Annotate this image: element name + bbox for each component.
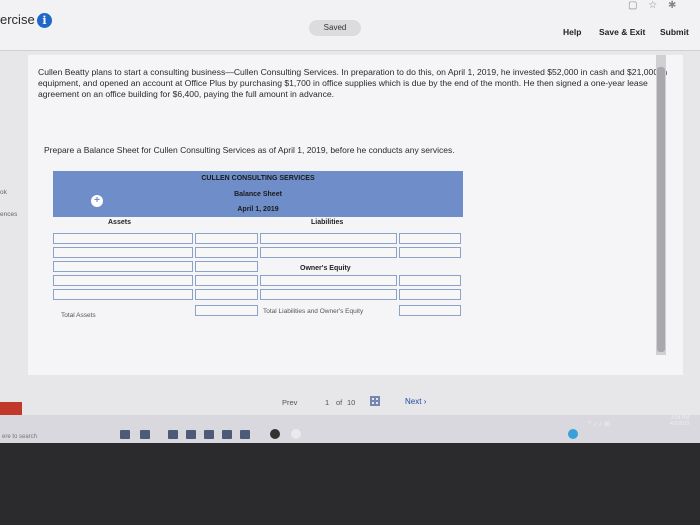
- edge-icon[interactable]: [168, 430, 178, 439]
- liabilities-header: Liabilities: [311, 219, 344, 226]
- asset-account-input[interactable]: [53, 261, 193, 272]
- page-number: 1: [325, 398, 330, 407]
- asset-account-input[interactable]: [53, 275, 193, 286]
- explorer-icon[interactable]: [186, 430, 196, 439]
- asset-account-input[interactable]: [53, 233, 193, 244]
- page-of-label: of: [336, 398, 343, 407]
- task-view-icon[interactable]: [140, 430, 150, 439]
- help-button[interactable]: Help: [563, 27, 581, 37]
- statement-title: Balance Sheet: [234, 191, 282, 198]
- page-total: 10: [347, 398, 356, 407]
- save-exit-button[interactable]: Save & Exit: [599, 27, 645, 37]
- taskbar-search-input[interactable]: ere to search: [2, 434, 37, 440]
- top-bar: ercise i Saved Help Save & Exit Submit ▢…: [0, 0, 700, 51]
- clock-date: 4/2/2019: [670, 421, 690, 427]
- owners-equity-header: Owner's Equity: [300, 265, 351, 272]
- star-icon[interactable]: ☆: [648, 0, 657, 11]
- assets-header: Assets: [108, 219, 131, 226]
- equity-amount-input[interactable]: [399, 289, 461, 300]
- company-name: CULLEN CONSULTING SERVICES: [201, 175, 315, 182]
- page-title: ercise: [0, 12, 35, 27]
- people-icon[interactable]: [270, 429, 280, 439]
- asset-amount-input[interactable]: [195, 233, 258, 244]
- asset-amount-input[interactable]: [195, 289, 258, 300]
- equity-account-input[interactable]: [260, 289, 397, 300]
- mail-icon[interactable]: [222, 430, 232, 439]
- equity-account-input[interactable]: [260, 275, 397, 286]
- favorites-icon[interactable]: ✱: [668, 0, 676, 11]
- total-liabilities-equity-label: Total Liabilities and Owner's Equity: [263, 308, 364, 315]
- asset-account-input[interactable]: [53, 289, 193, 300]
- submit-button[interactable]: Submit: [660, 27, 689, 37]
- cortana-icon[interactable]: [120, 430, 130, 439]
- balance-sheet: CULLEN CONSULTING SERVICES Balance Sheet…: [53, 171, 463, 321]
- liability-account-input[interactable]: [260, 247, 397, 258]
- balance-sheet-header: CULLEN CONSULTING SERVICES Balance Sheet…: [53, 171, 463, 217]
- network-icon[interactable]: [568, 429, 578, 439]
- total-assets-label: Total Assets: [61, 312, 96, 319]
- scrollbar-thumb[interactable]: [657, 67, 665, 352]
- chrome-icon[interactable]: [291, 429, 301, 439]
- app-icon[interactable]: [240, 430, 250, 439]
- total-assets-input[interactable]: [195, 305, 258, 316]
- prev-button[interactable]: Prev: [282, 398, 297, 407]
- scrollbar[interactable]: [656, 55, 666, 355]
- clock[interactable]: 3:34 PM 4/2/2019: [670, 415, 689, 427]
- info-icon[interactable]: i: [37, 13, 52, 28]
- asset-account-input[interactable]: [53, 247, 193, 258]
- left-nav-item[interactable]: ok: [0, 189, 7, 196]
- browser-toolbar: ▢ ☆ ✱: [620, 0, 676, 11]
- liability-amount-input[interactable]: [399, 247, 461, 258]
- left-nav-item[interactable]: ences: [0, 211, 17, 218]
- total-liabilities-equity-input[interactable]: [399, 305, 461, 316]
- window-icon[interactable]: ▢: [628, 0, 637, 11]
- tray-icons[interactable]: ^ ♪ ♪ ⊞: [588, 420, 610, 428]
- next-label: Next: [405, 397, 422, 406]
- equity-amount-input[interactable]: [399, 275, 461, 286]
- problem-text: Cullen Beatty plans to start a consultin…: [38, 67, 668, 99]
- plus-icon[interactable]: +: [91, 195, 103, 207]
- app-screen: ercise i Saved Help Save & Exit Submit ▢…: [0, 0, 700, 432]
- asset-amount-input[interactable]: [195, 275, 258, 286]
- statement-date: April 1, 2019: [237, 206, 279, 213]
- asset-amount-input[interactable]: [195, 261, 258, 272]
- liability-amount-input[interactable]: [399, 233, 461, 244]
- instruction-text: Prepare a Balance Sheet for Cullen Consu…: [44, 145, 455, 155]
- next-button[interactable]: Next ›: [405, 397, 426, 406]
- liability-account-input[interactable]: [260, 233, 397, 244]
- store-icon[interactable]: [204, 430, 214, 439]
- chevron-right-icon: ›: [423, 397, 427, 406]
- saved-status: Saved: [309, 20, 361, 36]
- asset-amount-input[interactable]: [195, 247, 258, 258]
- page-grid-icon[interactable]: [370, 396, 380, 406]
